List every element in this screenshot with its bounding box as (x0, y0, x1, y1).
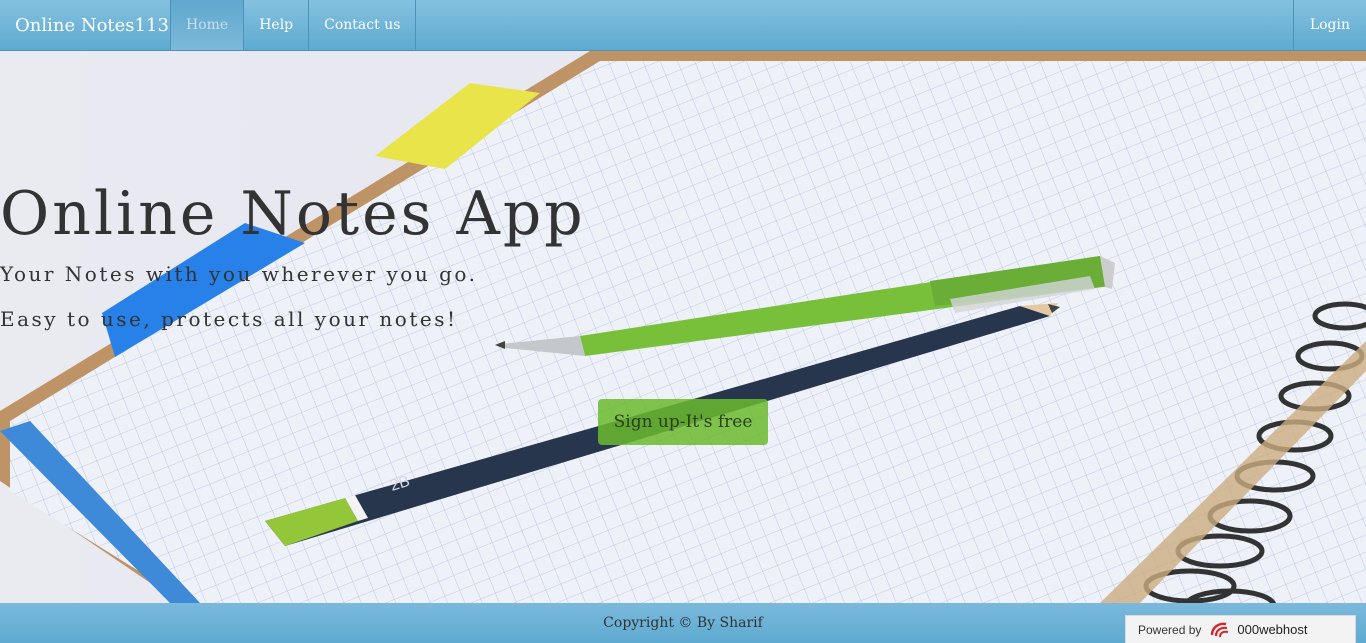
powered-by-badge[interactable]: Powered by 000webhost (1125, 615, 1356, 643)
signup-button[interactable]: Sign up-It's free (598, 399, 768, 445)
nav-contact-us[interactable]: Contact us (309, 0, 417, 50)
nav-help[interactable]: Help (244, 0, 310, 50)
navbar: Online Notes113 Home Help Contact us Log… (0, 0, 1366, 51)
webhost-logo-icon (1209, 621, 1231, 639)
footer: Copyright © By Sharif Powered by 000webh… (0, 603, 1366, 643)
nav-login[interactable]: Login (1292, 0, 1366, 50)
copyright-text: Copyright © By Sharif (603, 615, 763, 631)
nav-home[interactable]: Home (171, 0, 245, 50)
webhost-name: 000webhost (1237, 622, 1308, 637)
powered-by-label: Powered by (1138, 622, 1202, 637)
hero-title: Online Notes App (0, 179, 586, 249)
hero-section: 2B Online Notes App Your Notes with you … (0, 51, 1366, 603)
brand-title[interactable]: Online Notes113 (0, 0, 171, 50)
hero-subtitle-2: Easy to use, protects all your notes! (0, 307, 458, 331)
hero-subtitle-1: Your Notes with you wherever you go. (0, 262, 478, 286)
